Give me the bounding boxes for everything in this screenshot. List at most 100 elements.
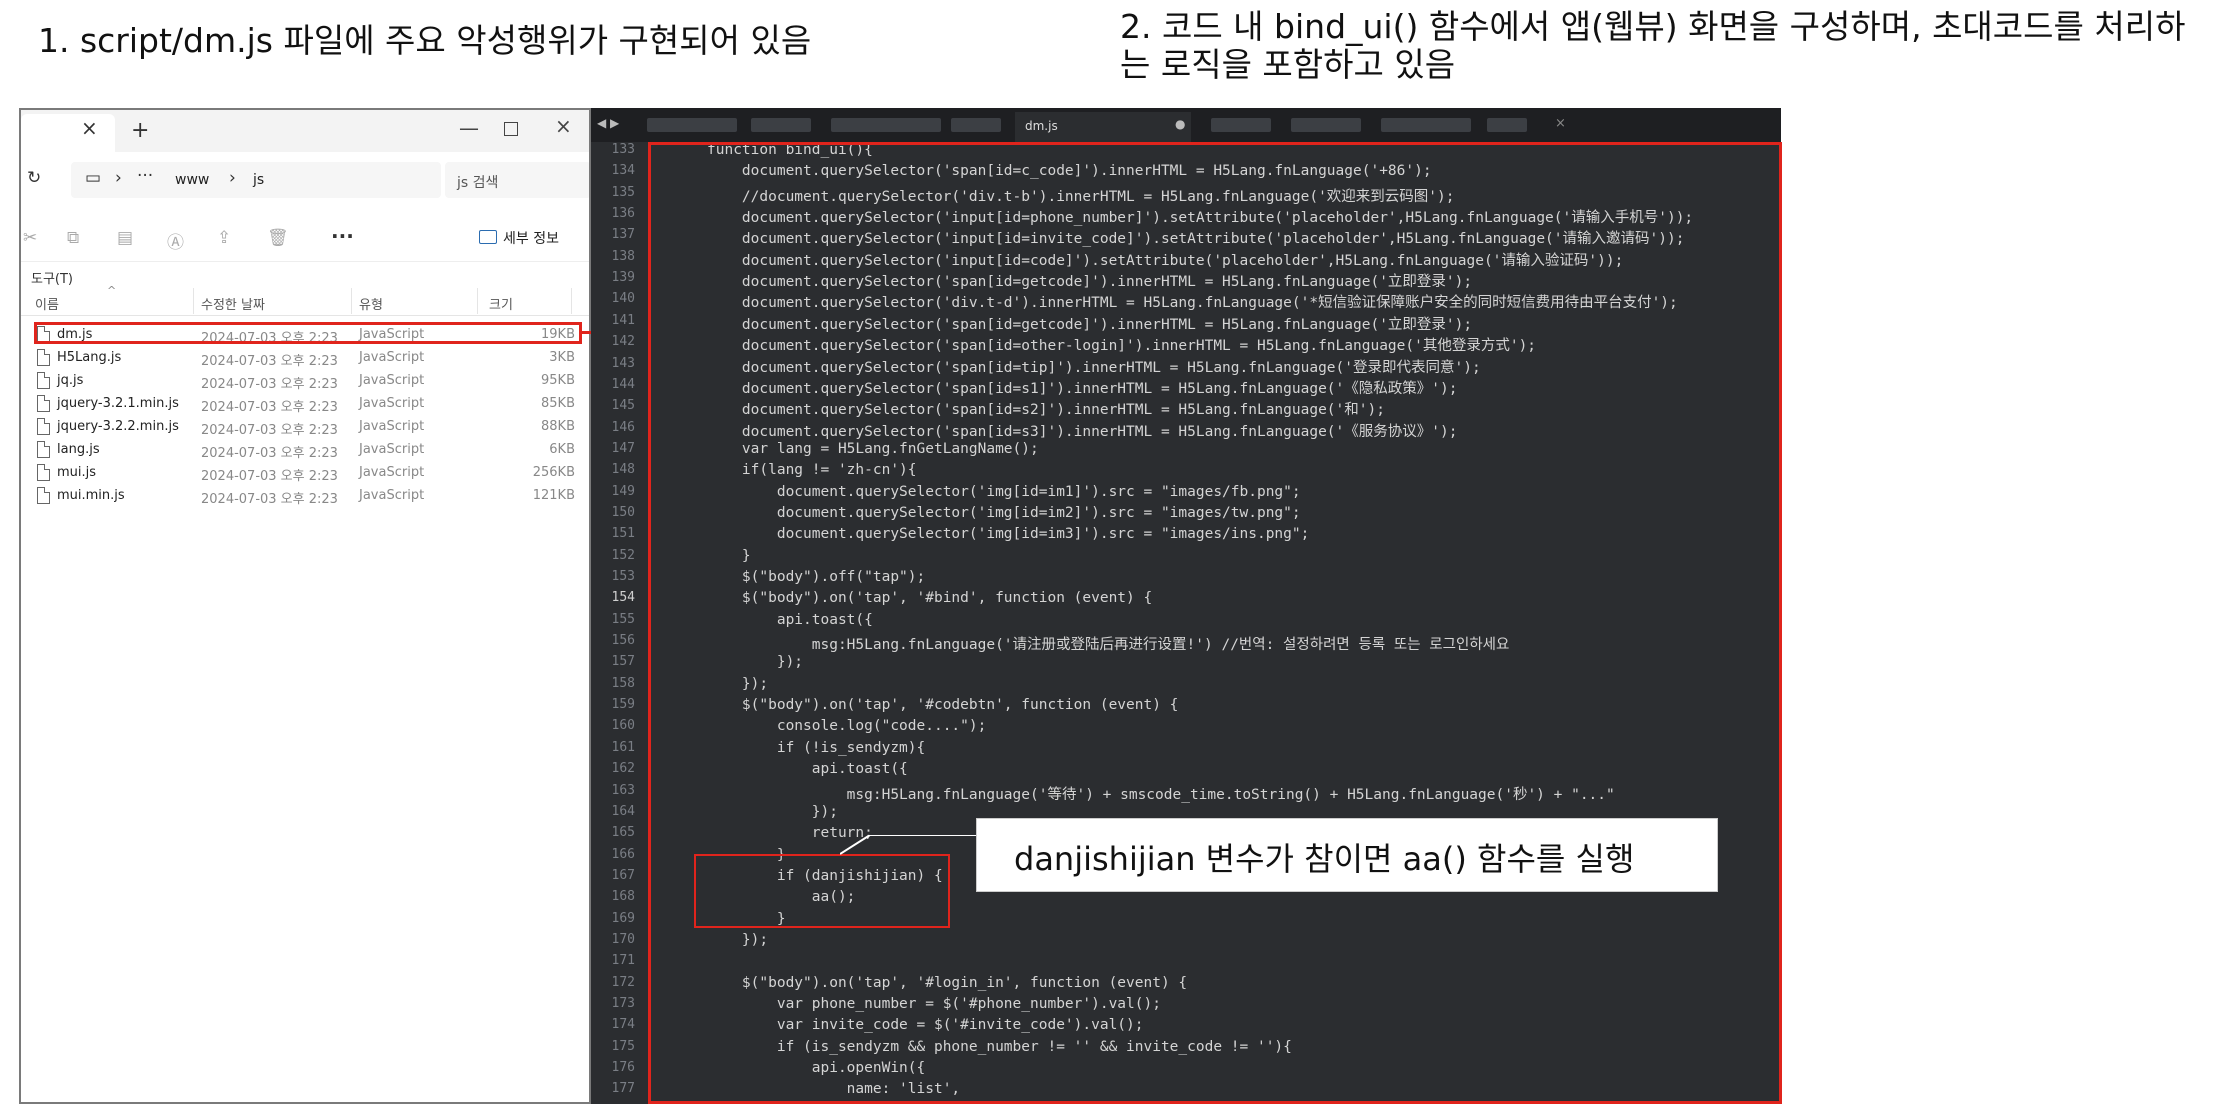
line-number: 147 <box>611 440 635 456</box>
breadcrumb-js[interactable]: js <box>253 172 264 188</box>
line-number: 169 <box>611 910 635 926</box>
line-number: 163 <box>611 782 635 798</box>
file-row[interactable]: mui.min.js 2024-07-03 오후 2:23 JavaScript 12… <box>21 485 589 508</box>
line-number: 153 <box>611 569 635 584</box>
blurred-tab[interactable] <box>647 118 737 132</box>
file-date: 2024-07-03 오후 2:23 <box>201 492 338 507</box>
line-number: 167 <box>611 867 635 883</box>
line-number: 136 <box>611 206 635 222</box>
tab-close-icon[interactable]: × <box>1555 116 1566 131</box>
file-row[interactable]: mui.js 2024-07-03 오후 2:23 JavaScript 256KB <box>21 462 589 485</box>
blurred-tab[interactable] <box>1291 118 1361 132</box>
file-date: 2024-07-03 오후 2:23 <box>201 469 338 484</box>
file-date: 2024-07-03 오후 2:23 <box>201 377 338 392</box>
line-number: 149 <box>611 483 635 499</box>
blurred-tab[interactable] <box>1487 118 1527 132</box>
refresh-icon[interactable]: ↻ <box>27 168 41 188</box>
file-row[interactable]: H5Lang.js 2024-07-03 오후 2:23 JavaScript 3KB <box>21 347 589 370</box>
file-icon <box>37 441 50 458</box>
line-number: 143 <box>611 355 635 371</box>
line-number: 178 <box>591 1103 635 1104</box>
line-number: 173 <box>611 996 635 1011</box>
explorer-tab[interactable] <box>21 114 115 152</box>
line-number: 148 <box>611 462 635 478</box>
bind-ui-highlight-box <box>648 142 1782 1104</box>
window-close-icon[interactable]: × <box>555 114 572 138</box>
line-number: 168 <box>611 889 635 905</box>
file-icon <box>37 487 50 504</box>
file-size: 256KB <box>532 465 575 480</box>
more-options-icon[interactable]: ··· <box>331 224 354 248</box>
details-pane-icon[interactable] <box>479 230 497 244</box>
dm-js-highlight-box <box>34 322 582 344</box>
line-number: 175 <box>611 1038 635 1054</box>
column-name[interactable]: 이름 <box>35 294 59 313</box>
file-date: 2024-07-03 오후 2:23 <box>201 354 338 369</box>
minimize-icon[interactable]: — <box>459 116 479 140</box>
path-ellipsis[interactable]: ··· <box>137 166 153 186</box>
file-date: 2024-07-03 오후 2:23 <box>201 446 338 461</box>
details-button[interactable]: 세부 정보 <box>503 228 559 248</box>
explorer-tab-bar: × + — × <box>21 110 589 152</box>
line-number: 177 <box>611 1081 635 1097</box>
file-size: 95KB <box>541 373 575 388</box>
delete-icon[interactable]: 🗑 <box>267 228 289 248</box>
line-number: 134 <box>611 163 635 179</box>
line-number: 137 <box>611 227 635 243</box>
line-number: 154 <box>611 590 635 606</box>
file-type: JavaScript <box>359 419 425 434</box>
line-number: 151 <box>611 526 635 542</box>
file-icon <box>37 349 50 366</box>
caption-bind-ui: 2. 코드 내 bind_ui() 함수에서 앱(웹뷰) 화면을 구성하며, 초… <box>1120 7 2186 84</box>
cut-icon[interactable]: ✂ <box>23 228 37 248</box>
line-number: 142 <box>611 334 635 350</box>
annotation-text: danjishijian 변수가 참이면 aa() 함수를 실행 <box>1014 840 1635 878</box>
line-number-gutter: 133 134 135 136 137 138 139 140 141 142 143 144 145 1… <box>591 142 643 1104</box>
line-number: 166 <box>611 846 635 862</box>
file-icon <box>37 464 50 481</box>
blurred-tab[interactable] <box>1381 118 1471 132</box>
file-size: 6KB <box>549 442 575 457</box>
unsaved-dot-icon[interactable]: ● <box>1175 117 1185 131</box>
file-name: mui.min.js <box>57 488 125 503</box>
column-header: 이름 ^ 수정한 날짜 유형 크기 <box>21 284 589 316</box>
rename-icon[interactable]: Ⓐ <box>167 228 184 253</box>
new-tab-icon[interactable]: + <box>131 118 149 143</box>
tab-nav-arrows[interactable]: ◀ ▶ <box>597 116 619 130</box>
file-row[interactable]: jquery-3.2.1.min.js 2024-07-03 오후 2:23 Jav… <box>21 393 589 416</box>
column-separator <box>477 288 478 314</box>
file-row[interactable]: lang.js 2024-07-03 오후 2:23 JavaScript 6KB <box>21 439 589 462</box>
line-number: 171 <box>611 953 635 969</box>
blurred-tab[interactable] <box>1211 118 1271 132</box>
share-icon[interactable]: ⇪ <box>217 228 231 248</box>
tools-label: 도구(T) <box>31 272 74 287</box>
file-size: 85KB <box>541 396 575 411</box>
computer-icon: ▭ <box>85 168 102 188</box>
line-number: 133 <box>611 142 635 157</box>
blurred-tab[interactable] <box>751 118 811 132</box>
line-number: 161 <box>611 739 635 755</box>
line-number: 144 <box>611 376 635 392</box>
blurred-tab[interactable] <box>831 118 941 132</box>
line-number: 157 <box>611 654 635 670</box>
column-size[interactable]: 크기 <box>489 294 513 313</box>
file-row[interactable]: jq.js 2024-07-03 오후 2:23 JavaScript 95KB <box>21 370 589 393</box>
line-number: 164 <box>611 803 635 819</box>
tab-close-icon[interactable]: × <box>81 116 98 140</box>
file-name: jquery-3.2.1.min.js <box>57 396 179 411</box>
line-number: 170 <box>611 931 635 947</box>
blurred-tab[interactable] <box>951 118 1001 132</box>
paste-icon[interactable]: ▤ <box>117 228 133 248</box>
breadcrumb-www[interactable]: www <box>175 172 209 188</box>
copy-icon[interactable]: ⧉ <box>67 228 79 248</box>
line-number: 146 <box>611 419 635 435</box>
line-number: 159 <box>611 697 635 713</box>
column-separator <box>351 288 352 314</box>
file-type: JavaScript <box>359 442 425 457</box>
maximize-icon[interactable] <box>504 122 518 136</box>
file-explorer-window: × + — × ↻ ▭ › ··· www › js js 검색 ✂ ⧉ ▤ Ⓐ… <box>19 108 591 1104</box>
column-modified[interactable]: 수정한 날짜 <box>201 294 265 313</box>
file-row[interactable]: jquery-3.2.2.min.js 2024-07-03 오후 2:23 Jav… <box>21 416 589 439</box>
file-list: dm.js 2024-07-03 오후 2:23 JavaScript 19KB H5L… <box>21 324 589 508</box>
column-type[interactable]: 유형 <box>359 294 383 313</box>
